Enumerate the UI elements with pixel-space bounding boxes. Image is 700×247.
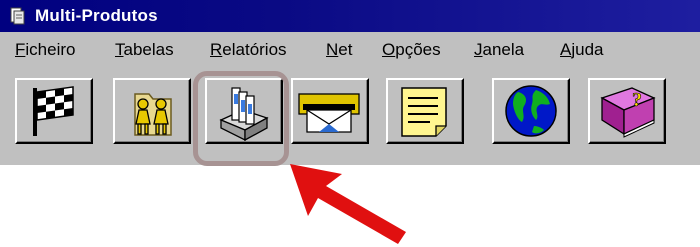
- notepad-icon: [401, 87, 447, 137]
- people-folder-icon: [134, 93, 172, 136]
- svg-text:?: ?: [632, 89, 642, 111]
- menu-tabelas[interactable]: Tabelas: [115, 40, 174, 60]
- window-title: Multi-Produtos: [35, 6, 158, 25]
- toolbar-button-help[interactable]: ?: [588, 78, 666, 144]
- help-book-icon: ?: [600, 87, 656, 138]
- menu-relatorios[interactable]: Relatórios: [210, 40, 287, 60]
- menu-opcoes[interactable]: Opções: [382, 40, 441, 60]
- red-arrow-icon: [290, 164, 406, 244]
- title-bar[interactable]: Multi-Produtos: [0, 0, 700, 32]
- menu-ficheiro[interactable]: Ficheiro: [15, 40, 75, 60]
- menu-net[interactable]: Net: [326, 40, 352, 60]
- toolbar-button-window[interactable]: [492, 78, 570, 144]
- toolbar-button-net[interactable]: [291, 78, 369, 144]
- toolbar: ?: [0, 69, 700, 165]
- highlight-box: [193, 71, 289, 166]
- menu-ajuda[interactable]: Ajuda: [560, 40, 603, 60]
- menu-janela[interactable]: Janela: [474, 40, 524, 60]
- toolbar-button-tables[interactable]: [113, 78, 191, 144]
- toolbar-button-options[interactable]: [386, 78, 464, 144]
- app-icon[interactable]: [7, 6, 27, 26]
- globe-icon: [505, 85, 557, 137]
- envelope-mail-icon: [298, 93, 360, 133]
- checkered-flag-icon: [33, 86, 74, 136]
- menu-bar: Ficheiro Tabelas Relatórios Net Opções J…: [0, 32, 700, 69]
- toolbar-button-start[interactable]: [15, 78, 93, 144]
